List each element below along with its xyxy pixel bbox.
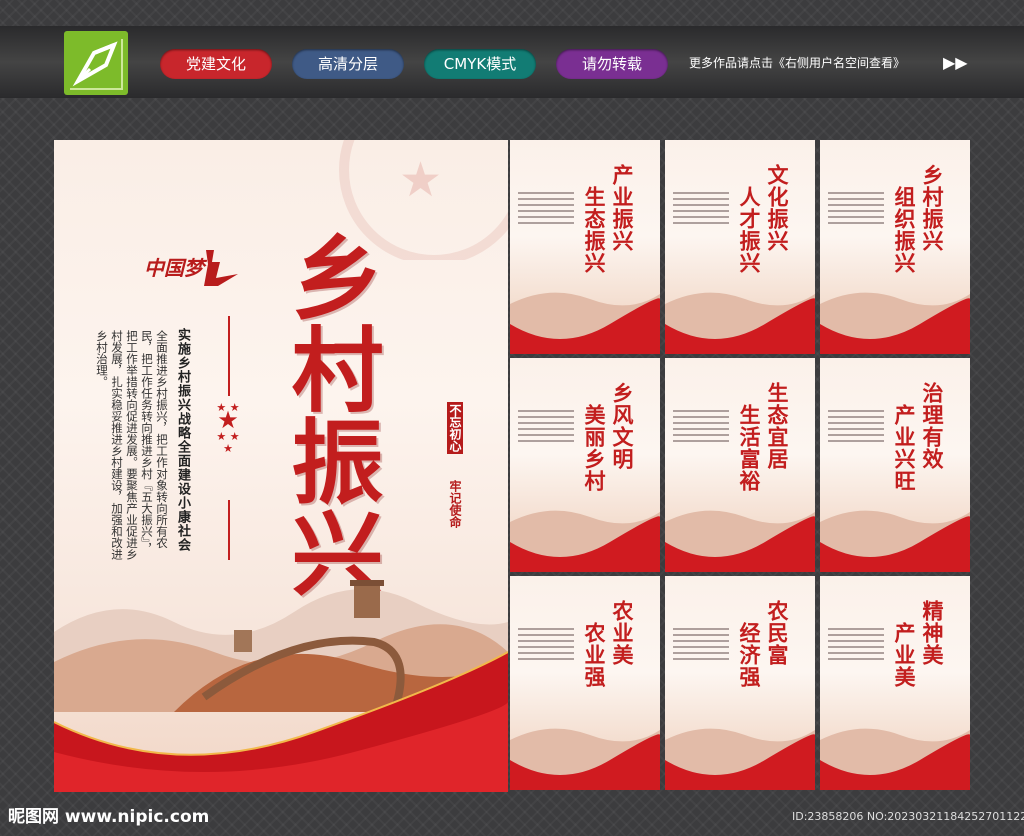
- tower-icon: [204, 250, 238, 286]
- mini-poster-6: 治理有效 产业兴旺: [820, 358, 970, 572]
- mini-body-text: [673, 628, 729, 664]
- mini-poster-3: 乡村振兴 组织振兴: [820, 140, 970, 354]
- mini-poster-4: 乡风文明 美丽乡村: [510, 358, 660, 572]
- double-chevron-right-icon[interactable]: ▶▶: [943, 53, 968, 72]
- pen-nib-icon: [70, 39, 123, 90]
- mini-poster-7: 农业美 农业强: [510, 576, 660, 790]
- mini-poster-9: 精神美 产业美: [820, 576, 970, 790]
- mini-title-line2: 经济强: [737, 622, 762, 688]
- site-logo[interactable]: [64, 31, 128, 95]
- main-poster: ★ 中国梦 全面推进乡村振兴，把工作对象转向所有农民，把工作任务转向推进乡村『五…: [54, 140, 508, 792]
- mini-scene: [820, 728, 970, 790]
- mini-title-line1: 乡村振兴: [920, 164, 945, 252]
- mini-title-line1: 文化振兴: [765, 164, 790, 252]
- seal-text-1: 不忘初心: [447, 402, 463, 454]
- mini-title-line1: 农业美: [610, 600, 635, 666]
- mini-poster-5: 生态宜居 生活富裕: [665, 358, 815, 572]
- mini-body-text: [828, 410, 884, 446]
- footer-image-id: ID:23858206 NO:20230321184252701122: [792, 810, 1024, 823]
- mini-body-text: [673, 410, 729, 446]
- mini-title-line1: 乡风文明: [610, 382, 635, 470]
- mini-title-line1: 治理有效: [920, 382, 945, 470]
- red-ribbon-wave: [54, 651, 508, 792]
- mini-body-text: [518, 628, 574, 664]
- mini-poster-1: 产业振兴 生态振兴: [510, 140, 660, 354]
- mini-poster-8: 农民富 经济强: [665, 576, 815, 790]
- mini-scene: [665, 728, 815, 790]
- mini-body-text: [673, 192, 729, 228]
- mini-body-text: [828, 192, 884, 228]
- mini-poster-2: 文化振兴 人才振兴: [665, 140, 815, 354]
- mini-scene: [510, 728, 660, 790]
- divider-line: [228, 316, 230, 396]
- mini-scene: [665, 510, 815, 572]
- mini-scene: [510, 510, 660, 572]
- mini-scene: [820, 292, 970, 354]
- tag-hd-layers[interactable]: 高清分层: [292, 49, 404, 79]
- tag-cmyk[interactable]: CMYK模式: [424, 49, 536, 79]
- mini-body-text: [518, 410, 574, 446]
- tag-no-repost[interactable]: 请勿转载: [556, 49, 668, 79]
- mini-scene: [665, 292, 815, 354]
- mini-title-line1: 生态宜居: [765, 382, 790, 470]
- footer-site-logo[interactable]: 昵图网 www.nipic.com: [8, 802, 209, 827]
- mini-scene: [510, 292, 660, 354]
- mini-title-line2: 农业强: [582, 622, 607, 688]
- more-works-link[interactable]: 更多作品请点击《右侧用户名空间查看》: [689, 54, 905, 71]
- seal-stamp: 不忘初心: [442, 402, 464, 454]
- mini-title-line1: 产业振兴: [610, 164, 635, 252]
- mini-body-text: [518, 192, 574, 228]
- china-dream-logo: 中国梦: [144, 242, 244, 292]
- mini-body-text: [828, 628, 884, 664]
- mini-scene: [820, 510, 970, 572]
- star-decoration-icon: ★ ★ ★ ★ ★ ★: [216, 401, 240, 455]
- mini-title-line1: 精神美: [920, 600, 945, 666]
- mini-title-line2: 产业美: [892, 622, 917, 688]
- tag-party-culture[interactable]: 党建文化: [160, 49, 272, 79]
- mini-title-line1: 农民富: [765, 600, 790, 666]
